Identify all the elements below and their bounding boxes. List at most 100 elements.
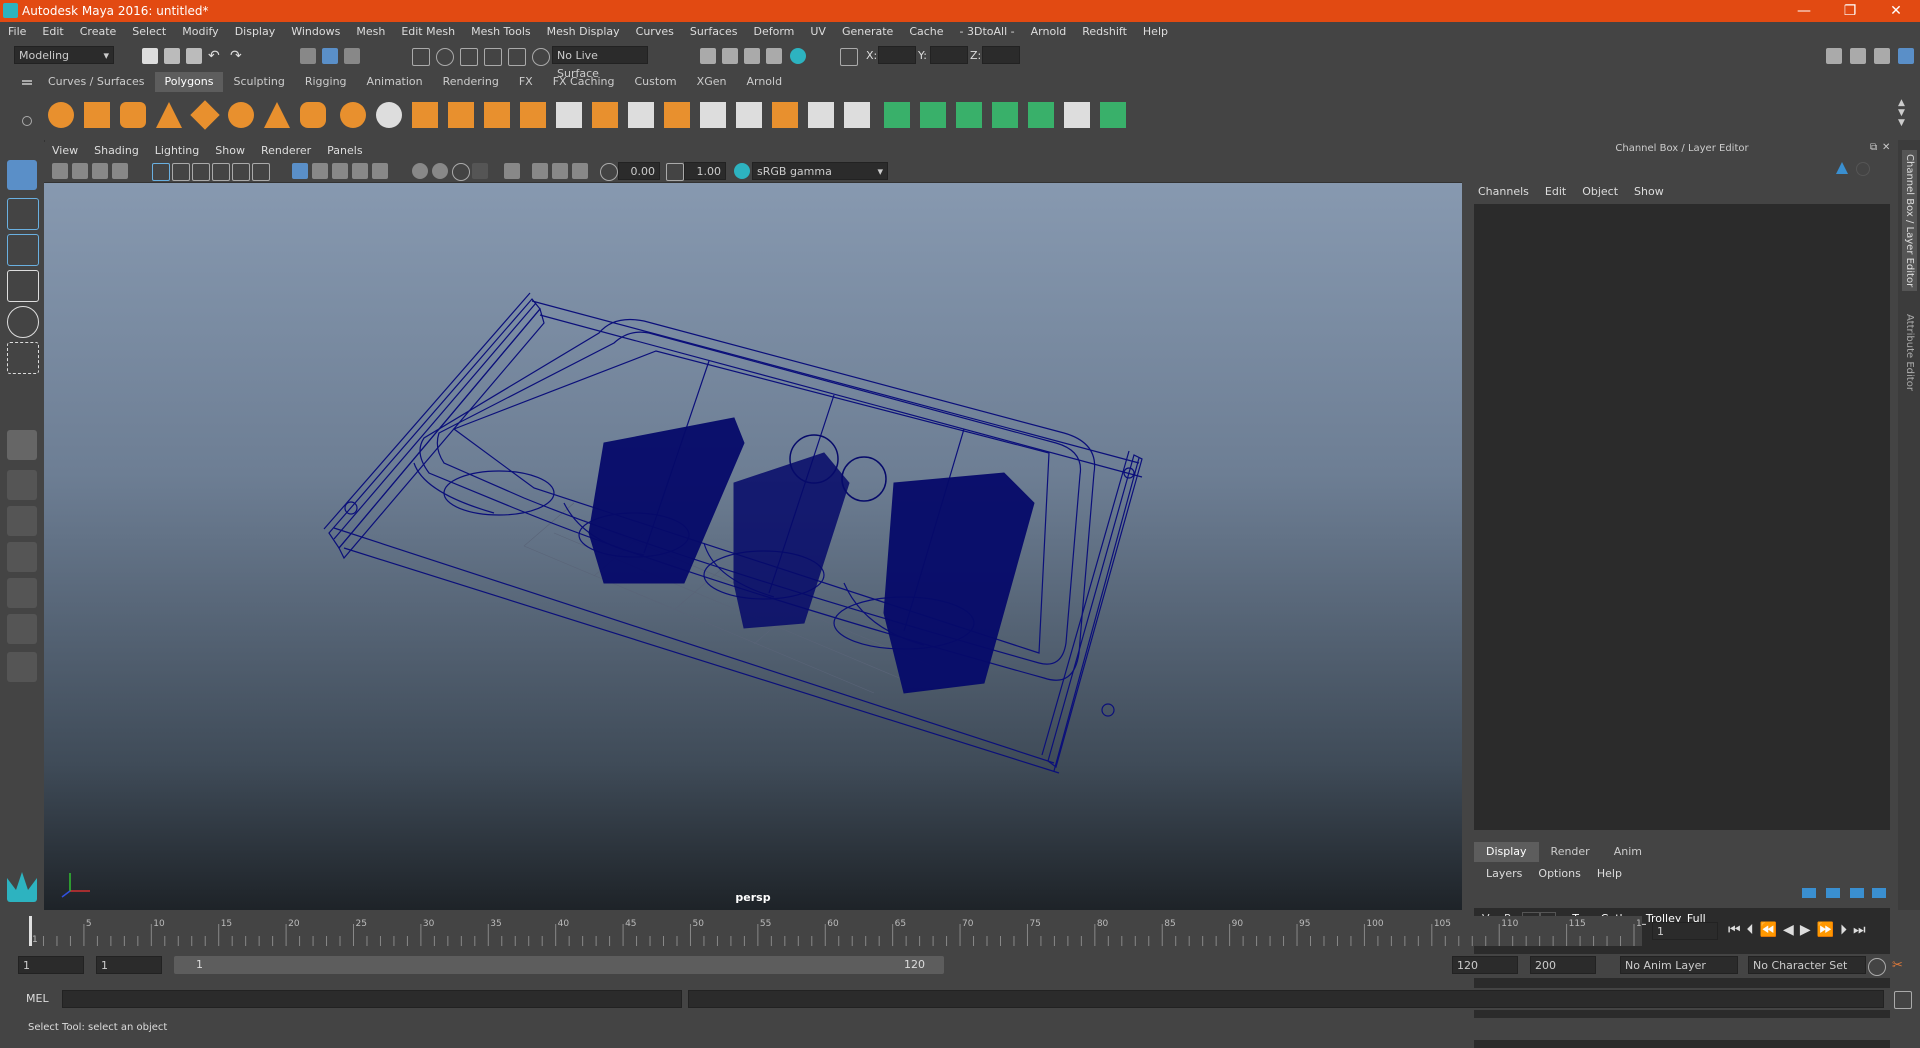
- exposure-icon[interactable]: [600, 163, 618, 181]
- shelf-tab[interactable]: Animation: [357, 72, 433, 92]
- menu-edit-mesh[interactable]: Edit Mesh: [393, 22, 463, 42]
- select-object-icon[interactable]: [322, 48, 338, 64]
- auto-key-icon[interactable]: [1868, 958, 1886, 976]
- new-scene-icon[interactable]: [142, 48, 158, 64]
- shelf-tab[interactable]: FX Caching: [543, 72, 625, 92]
- animation-end-field[interactable]: 200: [1530, 956, 1596, 974]
- menu-redshift[interactable]: Redshift: [1074, 22, 1135, 42]
- snap-curve-icon[interactable]: [436, 48, 454, 66]
- poly-torus-icon[interactable]: [228, 102, 254, 128]
- poly-cone-icon[interactable]: [156, 102, 182, 128]
- hypershade-icon[interactable]: [790, 48, 806, 64]
- cb-menu-show[interactable]: Show: [1626, 182, 1672, 202]
- time-slider[interactable]: 1 5 10 15 20 25 30 35 40 45 50 55 60 65 70 75 80 85 90 95 10…: [26, 916, 1653, 946]
- vp-menu-lighting[interactable]: Lighting: [147, 142, 207, 160]
- menu-modify[interactable]: Modify: [174, 22, 226, 42]
- cb-menu-channels[interactable]: Channels: [1470, 182, 1537, 202]
- script-editor-icon[interactable]: [1894, 991, 1912, 1009]
- smooth-shade-icon[interactable]: [312, 163, 328, 179]
- textured-icon[interactable]: [352, 163, 368, 179]
- select-tool-icon[interactable]: [7, 160, 37, 190]
- bevel-icon[interactable]: [628, 102, 654, 128]
- menuset-dropdown[interactable]: Modeling ▾: [14, 46, 114, 64]
- go-to-end-icon[interactable]: ⏭: [1853, 922, 1872, 938]
- smooth-icon[interactable]: [448, 102, 474, 128]
- snap-point-icon[interactable]: [460, 48, 478, 66]
- menu-file[interactable]: File: [0, 22, 34, 42]
- select-camera-icon[interactable]: [52, 163, 68, 179]
- bridge-icon[interactable]: [664, 102, 690, 128]
- vp-menu-renderer[interactable]: Renderer: [253, 142, 319, 160]
- close-button[interactable]: ✕: [1873, 0, 1919, 22]
- live-surface-field[interactable]: No Live Surface: [552, 46, 648, 80]
- four-view-layout-icon[interactable]: [7, 470, 37, 500]
- use-lights-icon[interactable]: [372, 163, 388, 179]
- tool-settings-icon[interactable]: [1874, 48, 1890, 64]
- merge-icon[interactable]: [772, 102, 798, 128]
- multi-cut-icon[interactable]: [556, 102, 582, 128]
- menu-surfaces[interactable]: Surfaces: [682, 22, 746, 42]
- menu-select[interactable]: Select: [124, 22, 174, 42]
- rotate-tool-icon[interactable]: [7, 306, 39, 338]
- mirror-icon[interactable]: [520, 102, 546, 128]
- spherical-uv-icon[interactable]: [956, 102, 982, 128]
- transform-mode-icon[interactable]: [840, 48, 858, 66]
- menu-deform[interactable]: Deform: [745, 22, 802, 42]
- shelf-tab[interactable]: Custom: [625, 72, 687, 92]
- shelf-tab[interactable]: XGen: [687, 72, 737, 92]
- shelf-tab[interactable]: Sculpting: [223, 72, 294, 92]
- minimize-button[interactable]: —: [1781, 0, 1827, 22]
- menu-help[interactable]: Help: [1135, 22, 1176, 42]
- shelf-menu-icon[interactable]: [22, 80, 32, 82]
- new-layer-selected-icon[interactable]: [1872, 888, 1886, 898]
- persp-outliner-layout-icon[interactable]: [7, 542, 37, 572]
- menu-display[interactable]: Display: [227, 22, 284, 42]
- animation-prefs-icon[interactable]: ✂: [1892, 958, 1908, 974]
- cylindrical-uv-icon[interactable]: [920, 102, 946, 128]
- shadows-icon[interactable]: [412, 163, 428, 179]
- custom-layout-icon[interactable]: [7, 652, 37, 682]
- cb-menu-object[interactable]: Object: [1574, 182, 1626, 202]
- ipr-render-icon[interactable]: [744, 48, 760, 64]
- fill-hole-icon[interactable]: [736, 102, 762, 128]
- vp-menu-show[interactable]: Show: [207, 142, 253, 160]
- play-forward-icon[interactable]: ▶: [1800, 922, 1817, 938]
- side-tab-attribute-editor[interactable]: Attribute Editor: [1902, 310, 1917, 395]
- menu-windows[interactable]: Windows: [283, 22, 348, 42]
- persp-graph-layout-icon[interactable]: [7, 578, 37, 608]
- shelf-settings-icon[interactable]: [22, 116, 32, 126]
- playback-end-field[interactable]: 120: [1452, 956, 1518, 974]
- mel-label[interactable]: MEL: [26, 992, 49, 1005]
- single-layout-icon[interactable]: [7, 430, 37, 460]
- open-scene-icon[interactable]: [164, 48, 180, 64]
- menu-uv[interactable]: UV: [802, 22, 834, 42]
- append-icon[interactable]: [700, 102, 726, 128]
- channel-box-sync-icon[interactable]: [1856, 162, 1870, 176]
- ambient-occlusion-icon[interactable]: [432, 163, 448, 179]
- wireframe-icon[interactable]: [292, 163, 308, 179]
- layer-menu-layers[interactable]: Layers: [1478, 864, 1530, 884]
- vp-menu-view[interactable]: View: [44, 142, 86, 160]
- y-field[interactable]: [930, 46, 968, 64]
- mel-input[interactable]: [62, 990, 682, 1008]
- play-backward-icon[interactable]: ◀: [1783, 922, 1800, 938]
- layer-tab-display[interactable]: Display: [1474, 842, 1539, 862]
- extract-icon[interactable]: [412, 102, 438, 128]
- panel-float-icon[interactable]: ⧉: [1870, 142, 1877, 153]
- snap-view-icon[interactable]: [484, 48, 502, 66]
- anim-layer-dropdown[interactable]: No Anim Layer: [1620, 956, 1738, 974]
- extrude-icon[interactable]: [592, 102, 618, 128]
- two-view-layout-icon[interactable]: [7, 506, 37, 536]
- step-back-icon[interactable]: ⏴: [1747, 922, 1760, 938]
- poly-pipe-icon[interactable]: [300, 102, 326, 128]
- shelf-tab-active[interactable]: Polygons: [154, 72, 224, 92]
- uv-editor-icon[interactable]: [1064, 102, 1090, 128]
- redo-icon[interactable]: ↷: [230, 48, 246, 64]
- paint-select-tool-icon[interactable]: [7, 234, 39, 266]
- render-current-icon[interactable]: [722, 48, 738, 64]
- default-material-icon[interactable]: [332, 163, 348, 179]
- menu-cache[interactable]: Cache: [901, 22, 951, 42]
- menu-mesh[interactable]: Mesh: [348, 22, 393, 42]
- select-component-icon[interactable]: [344, 48, 360, 64]
- hypershade-layout-icon[interactable]: [7, 614, 37, 644]
